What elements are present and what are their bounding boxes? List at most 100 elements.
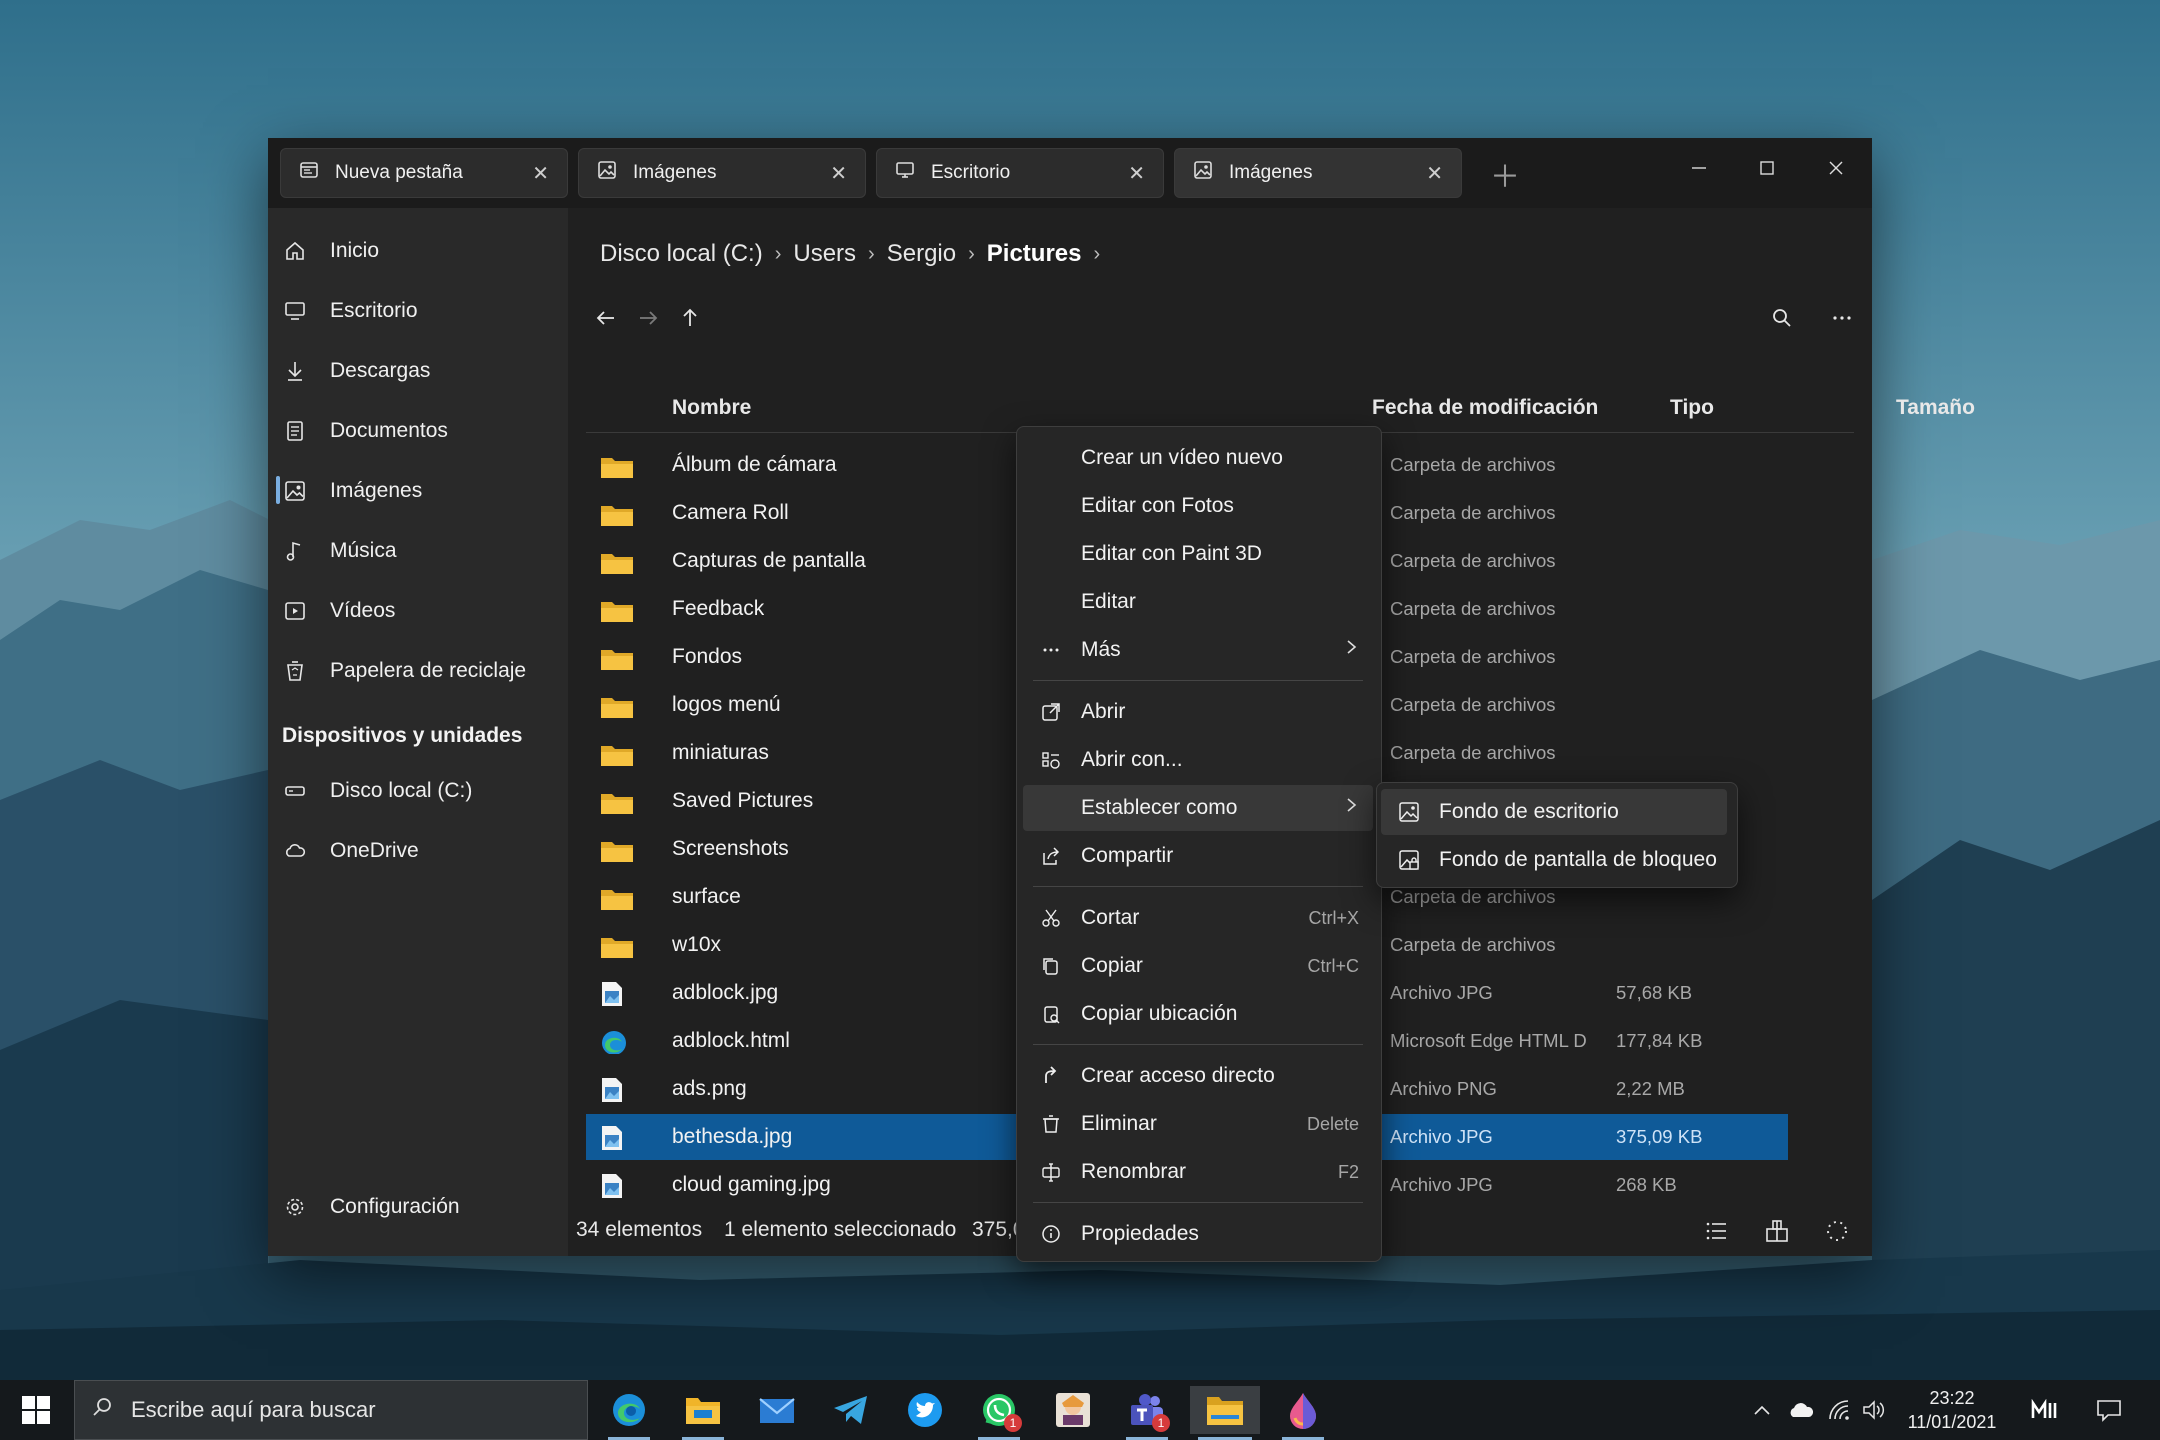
notification-badge: 1	[1004, 1414, 1022, 1432]
file-type: Carpeta de archivos	[1390, 550, 1556, 571]
menu-item-fondo-escritorio[interactable]: Fondo de escritorio	[1381, 789, 1727, 835]
column-header-name[interactable]: Nombre	[672, 396, 751, 420]
maximize-icon[interactable]	[1742, 148, 1792, 188]
folder-icon	[600, 452, 634, 478]
taskbar-game-icon[interactable]	[1042, 1386, 1104, 1434]
close-window-icon[interactable]	[1811, 148, 1861, 188]
tab-nueva-pestana[interactable]: Nueva pestaña ✕	[280, 148, 568, 198]
menu-item-editar-paint3d[interactable]: Editar con Paint 3D	[1023, 531, 1373, 577]
tab-imagenes[interactable]: Imágenes ✕	[578, 148, 866, 198]
menu-item-label: Crear acceso directo	[1081, 1064, 1275, 1087]
tab-escritorio[interactable]: Escritorio ✕	[876, 148, 1164, 198]
breadcrumb-item[interactable]: Sergio	[887, 240, 956, 268]
taskbar-telegram-icon[interactable]	[820, 1386, 882, 1434]
forward-arrow-icon[interactable]	[628, 298, 668, 338]
sidebar-item-papelera[interactable]: Papelera de reciclaje	[282, 648, 562, 694]
breadcrumb-current[interactable]: Pictures	[987, 240, 1082, 268]
trash-icon	[1031, 1114, 1071, 1134]
folder-icon	[600, 788, 634, 814]
sidebar-item-onedrive[interactable]: OneDrive	[282, 828, 562, 874]
copy-path-icon	[1031, 1004, 1071, 1024]
back-arrow-icon[interactable]	[586, 298, 626, 338]
document-icon	[282, 418, 308, 444]
menu-item-crear-video[interactable]: Crear un vídeo nuevo	[1023, 435, 1373, 481]
menu-item-label: Copiar ubicación	[1081, 1002, 1238, 1025]
scissors-icon	[1031, 908, 1071, 928]
sidebar-item-videos[interactable]: Vídeos	[282, 588, 562, 634]
menu-item-abrir-con[interactable]: Abrir con...	[1023, 737, 1373, 783]
taskbar-mail-icon[interactable]	[746, 1386, 808, 1434]
menu-item-label: Más	[1081, 638, 1121, 661]
menu-item-cortar[interactable]: Cortar Ctrl+X	[1023, 895, 1373, 941]
sidebar-item-descargas[interactable]: Descargas	[282, 348, 562, 394]
tab-imagenes-active[interactable]: Imágenes ✕	[1174, 148, 1462, 198]
file-name: ads.png	[672, 1077, 747, 1100]
breadcrumb-item[interactable]: Disco local (C:)	[600, 240, 763, 268]
chevron-right-icon[interactable]: ›	[1093, 243, 1100, 266]
taskbar-teams-icon[interactable]: 1	[1116, 1386, 1178, 1440]
menu-item-abrir[interactable]: Abrir	[1023, 689, 1373, 735]
column-header-type[interactable]: Tipo	[1670, 396, 1714, 420]
breadcrumb-item[interactable]: Users	[793, 240, 856, 268]
menu-item-editar[interactable]: Editar	[1023, 579, 1373, 625]
open-with-icon	[1031, 750, 1071, 770]
menu-item-copiar[interactable]: Copiar Ctrl+C	[1023, 943, 1373, 989]
show-hidden-icons-chevron-icon[interactable]	[1752, 1380, 1772, 1440]
loading-icon	[1824, 1218, 1850, 1250]
taskbar-file-explorer-icon[interactable]	[1190, 1386, 1260, 1440]
taskbar-paint-drop-icon[interactable]	[1272, 1386, 1334, 1440]
menu-item-fondo-bloqueo[interactable]: Fondo de pantalla de bloqueo	[1381, 837, 1727, 883]
column-header-size[interactable]: Tamaño	[1896, 396, 1975, 420]
notification-center-icon[interactable]	[2096, 1380, 2122, 1440]
column-header-date[interactable]: Fecha de modificación	[1372, 396, 1598, 420]
menu-item-crear-acceso[interactable]: Crear acceso directo	[1023, 1053, 1373, 1099]
sidebar-item-inicio[interactable]: Inicio	[282, 228, 562, 274]
close-tab-icon[interactable]: ✕	[1128, 161, 1145, 186]
menu-item-label: Compartir	[1081, 844, 1174, 867]
more-options-icon[interactable]	[1822, 298, 1862, 338]
taskbar-edge-icon[interactable]	[598, 1386, 660, 1440]
details-view-icon[interactable]	[1704, 1218, 1730, 1250]
onedrive-cloud-icon[interactable]	[1788, 1380, 1814, 1440]
minimize-icon[interactable]	[1674, 148, 1724, 188]
image-icon	[1193, 160, 1213, 186]
file-name: w10x	[672, 933, 722, 956]
up-arrow-icon[interactable]	[670, 298, 710, 338]
close-tab-icon[interactable]: ✕	[1426, 161, 1443, 186]
taskbar-whatsapp-icon[interactable]: 1	[968, 1386, 1030, 1440]
windows-start-icon[interactable]	[22, 1396, 50, 1429]
sidebar-item-label: Música	[330, 539, 397, 562]
sidebar-item-documentos[interactable]: Documentos	[282, 408, 562, 454]
sidebar-item-disco-local[interactable]: Disco local (C:)	[282, 768, 562, 814]
submenu-establecer-como: Fondo de escritorio Fondo de pantalla de…	[1376, 782, 1738, 888]
menu-item-copiar-ubicacion[interactable]: Copiar ubicación	[1023, 991, 1373, 1037]
menu-item-renombrar[interactable]: Renombrar F2	[1023, 1149, 1373, 1195]
taskbar-twitter-icon[interactable]	[894, 1386, 956, 1434]
menu-item-eliminar[interactable]: Eliminar Delete	[1023, 1101, 1373, 1147]
taskbar-search-box[interactable]: Escribe aquí para buscar	[74, 1380, 588, 1440]
volume-icon[interactable]	[1862, 1380, 1886, 1440]
tiles-view-icon[interactable]	[1764, 1218, 1790, 1250]
sidebar-item-escritorio[interactable]: Escritorio	[282, 288, 562, 334]
menu-item-compartir[interactable]: Compartir	[1023, 833, 1373, 879]
input-method-icon[interactable]	[2030, 1380, 2058, 1440]
wallpaper-icon	[1389, 801, 1429, 823]
menu-item-propiedades[interactable]: Propiedades	[1023, 1211, 1373, 1257]
menu-item-editar-fotos[interactable]: Editar con Fotos	[1023, 483, 1373, 529]
search-icon[interactable]	[1762, 298, 1802, 338]
file-name: logos menú	[672, 693, 781, 716]
file-name: Álbum de cámara	[672, 453, 837, 476]
close-tab-icon[interactable]: ✕	[532, 161, 549, 186]
taskbar-file-manager-icon[interactable]	[672, 1386, 734, 1440]
menu-item-mas[interactable]: Más	[1023, 627, 1373, 673]
close-tab-icon[interactable]: ✕	[830, 161, 847, 186]
settings-button[interactable]: Configuración	[282, 1184, 562, 1230]
menu-item-establecer-como[interactable]: Establecer como	[1023, 785, 1373, 831]
tab-label: Imágenes	[1229, 162, 1313, 183]
tab-label: Escritorio	[931, 162, 1011, 183]
taskbar-clock[interactable]: 23:22 11/01/2021	[1890, 1386, 2014, 1434]
wifi-icon[interactable]	[1828, 1380, 1852, 1440]
new-tab-plus-icon[interactable]: ＋	[1490, 152, 1520, 196]
sidebar-item-imagenes[interactable]: Imágenes	[282, 468, 562, 514]
sidebar-item-musica[interactable]: Música	[282, 528, 562, 574]
